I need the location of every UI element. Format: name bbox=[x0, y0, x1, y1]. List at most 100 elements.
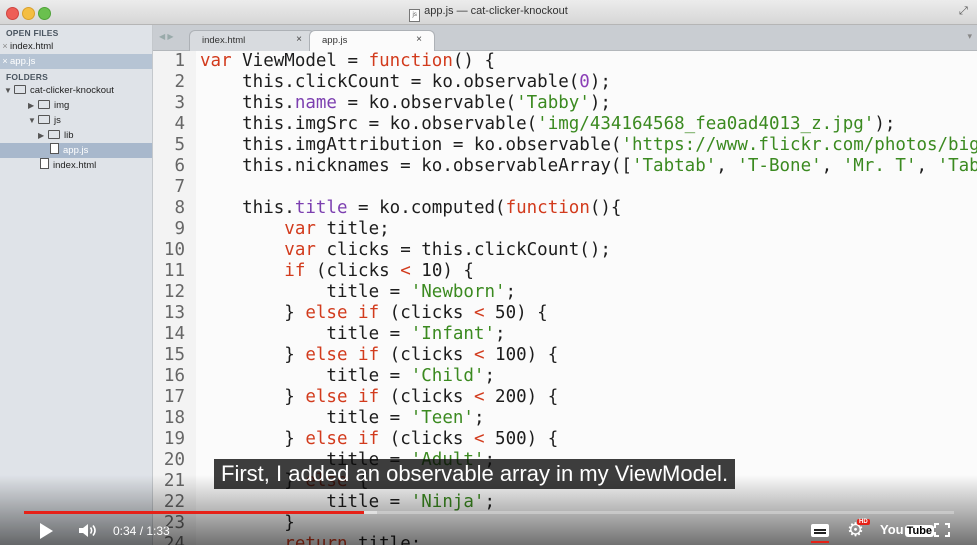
youtube-logo[interactable]: You Tube bbox=[880, 522, 935, 537]
code-line[interactable]: 10 var clicks = this.clickCount(); bbox=[153, 240, 977, 261]
code-token: (){ bbox=[589, 198, 622, 218]
code-line[interactable]: 4 this.imgSrc = ko.observable('img/43416… bbox=[153, 114, 977, 135]
code-line[interactable]: 2 this.clickCount = ko.observable(0); bbox=[153, 72, 977, 93]
code-token: = ko.observable( bbox=[336, 93, 517, 113]
tab-close-icon[interactable]: × bbox=[416, 34, 422, 45]
window-fullscreen-icon[interactable]: ⤢ bbox=[959, 5, 971, 17]
tab-nav-arrows-icon[interactable]: ◀ ▶ bbox=[159, 32, 174, 41]
code-token: , bbox=[916, 156, 938, 176]
code-line[interactable]: 18 title = 'Teen'; bbox=[153, 408, 977, 429]
folder-icon bbox=[14, 85, 26, 94]
code-line[interactable]: 11 if (clicks < 10) { bbox=[153, 261, 977, 282]
progress-bar[interactable] bbox=[24, 511, 954, 514]
fullscreen-icon[interactable] bbox=[934, 523, 950, 537]
chevron-down-icon[interactable]: ▼ bbox=[28, 113, 38, 128]
code-token: (clicks bbox=[379, 429, 474, 449]
line-number: 8 bbox=[174, 198, 185, 218]
open-file-item[interactable]: × index.html bbox=[0, 39, 152, 54]
code-token: } bbox=[200, 345, 306, 365]
code-token: this. bbox=[200, 198, 295, 218]
code-token: ViewModel = bbox=[231, 51, 369, 71]
tree-item-img[interactable]: ▶ img bbox=[0, 98, 152, 113]
close-icon[interactable]: × bbox=[0, 39, 10, 54]
code-line[interactable]: 5 this.imgAttribution = ko.observable('h… bbox=[153, 135, 977, 156]
code-line[interactable]: 6 this.nicknames = ko.observableArray(['… bbox=[153, 156, 977, 177]
tab-app-js[interactable]: app.js × bbox=[309, 30, 435, 52]
code-token: < bbox=[473, 345, 485, 365]
code-token: ); bbox=[874, 114, 896, 134]
code-token: var bbox=[284, 240, 316, 260]
tab-label: app.js bbox=[322, 35, 348, 46]
folders-header: FOLDERS bbox=[6, 72, 49, 82]
logo-tube: Tube bbox=[904, 525, 935, 537]
folder-icon bbox=[38, 100, 50, 109]
code-token: title = bbox=[200, 324, 411, 344]
code-line[interactable]: 15 } else if (clicks < 100) { bbox=[153, 345, 977, 366]
code-line[interactable]: 1 var ViewModel = function() { bbox=[153, 51, 977, 72]
code-token: < bbox=[473, 387, 485, 407]
tree-item-root[interactable]: ▼ cat-clicker-knockout bbox=[0, 83, 152, 98]
tab-close-icon[interactable]: × bbox=[296, 34, 302, 45]
tree-item-indexhtml[interactable]: index.html bbox=[0, 158, 152, 173]
code-token: 0 bbox=[579, 72, 590, 92]
code-line[interactable]: 19 } else if (clicks < 500) { bbox=[153, 429, 977, 450]
code-line[interactable]: 8 this.title = ko.computed(function(){ bbox=[153, 198, 977, 219]
code-line[interactable]: 13 } else if (clicks < 50) { bbox=[153, 303, 977, 324]
code-token: title bbox=[294, 198, 348, 218]
play-icon[interactable] bbox=[40, 523, 53, 539]
line-number: 3 bbox=[174, 93, 185, 113]
folder-icon bbox=[38, 115, 50, 124]
code-line[interactable]: 14 title = 'Infant'; bbox=[153, 324, 977, 345]
code-token: title; bbox=[315, 219, 390, 239]
tab-overflow-icon[interactable]: ▾ bbox=[967, 31, 972, 42]
line-number: 1 bbox=[174, 51, 185, 71]
code-token: function bbox=[368, 51, 453, 71]
tab-bar: ◀ ▶ index.html × app.js × ▾ bbox=[153, 25, 977, 52]
code-token: 'Tab bbox=[937, 156, 977, 176]
line-number: 9 bbox=[174, 219, 185, 239]
code-token: (clicks bbox=[379, 345, 474, 365]
code-token: 500) { bbox=[484, 429, 559, 449]
tree-item-js[interactable]: ▼ js bbox=[0, 113, 152, 128]
tree-label: app.js bbox=[63, 145, 89, 156]
code-token: 10) { bbox=[410, 261, 474, 281]
code-token: 'Child' bbox=[410, 366, 485, 386]
code-token: ; bbox=[473, 408, 485, 428]
close-icon[interactable]: × bbox=[0, 54, 10, 69]
code-token: name bbox=[294, 93, 337, 113]
tree-item-appjs[interactable]: app.js bbox=[0, 143, 152, 158]
code-line[interactable]: 3 this.name = ko.observable('Tabby'); bbox=[153, 93, 977, 114]
code-line[interactable]: 12 title = 'Newborn'; bbox=[153, 282, 977, 303]
code-line[interactable]: 7 bbox=[153, 177, 977, 198]
volume-icon[interactable] bbox=[78, 522, 98, 539]
code-token: ; bbox=[505, 282, 517, 302]
chevron-right-icon[interactable]: ▶ bbox=[38, 128, 48, 143]
tree-item-lib[interactable]: ▶ lib bbox=[0, 128, 152, 143]
code-line[interactable]: 16 title = 'Child'; bbox=[153, 366, 977, 387]
code-token: < bbox=[473, 429, 485, 449]
line-number: 7 bbox=[174, 177, 185, 197]
code-line[interactable]: 9 var title; bbox=[153, 219, 977, 240]
chevron-right-icon[interactable]: ▶ bbox=[28, 98, 38, 113]
code-token: 'T-Bone' bbox=[737, 156, 822, 176]
tree-label: cat-clicker-knockout bbox=[30, 85, 114, 96]
logo-you: You bbox=[880, 522, 904, 537]
open-files-header: OPEN FILES bbox=[6, 28, 59, 38]
code-token: (clicks bbox=[379, 387, 474, 407]
line-number: 16 bbox=[163, 366, 185, 386]
tab-index-html[interactable]: index.html × bbox=[189, 30, 315, 51]
code-token: ; bbox=[495, 324, 506, 344]
line-number: 6 bbox=[174, 156, 185, 176]
code-token: } bbox=[200, 429, 306, 449]
file-icon bbox=[50, 143, 59, 154]
code-token: 'Tabby' bbox=[516, 93, 590, 113]
code-token: 'https://www.flickr.com/photos/big bbox=[621, 135, 977, 155]
open-file-item-active[interactable]: × app.js bbox=[0, 54, 152, 69]
code-line[interactable]: 17 } else if (clicks < 200) { bbox=[153, 387, 977, 408]
window-titlebar: js app.js — cat-clicker-knockout ⤢ bbox=[0, 0, 977, 25]
captions-icon[interactable] bbox=[811, 524, 829, 537]
file-icon bbox=[40, 158, 49, 169]
chevron-down-icon[interactable]: ▼ bbox=[4, 83, 14, 98]
open-file-label: app.js bbox=[10, 56, 36, 67]
